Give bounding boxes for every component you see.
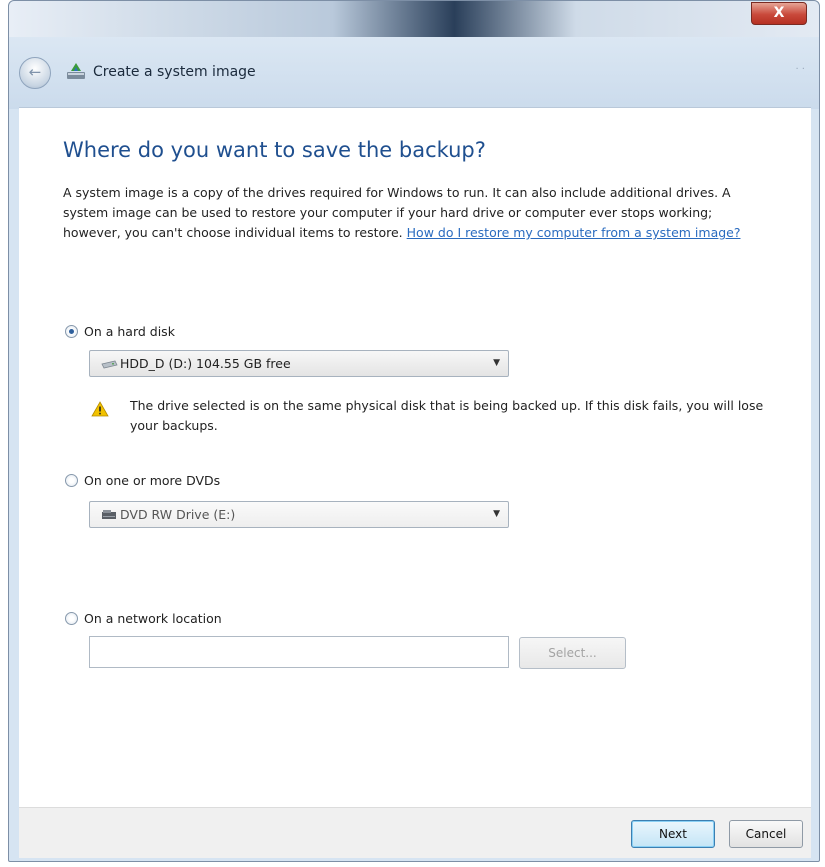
- page-heading: Where do you want to save the backup?: [63, 138, 486, 162]
- hard-disk-label: On a hard disk: [84, 324, 175, 339]
- wizard-title: Create a system image: [93, 64, 256, 80]
- hard-disk-option[interactable]: On a hard disk: [65, 324, 175, 339]
- button-bar: Next Cancel: [19, 807, 811, 858]
- cancel-button[interactable]: Cancel: [729, 820, 803, 848]
- description-text: A system image is a copy of the drives r…: [63, 183, 768, 243]
- hard-disk-dropdown[interactable]: HDD_D (D:) 104.55 GB free ▼: [89, 350, 509, 377]
- dvd-dropdown[interactable]: DVD RW Drive (E:) ▼: [89, 501, 509, 528]
- chevron-down-icon: ▼: [493, 509, 500, 519]
- hard-disk-selected-value: HDD_D (D:) 104.55 GB free: [120, 356, 291, 371]
- window-caption-controls: · ·: [795, 64, 805, 75]
- next-button[interactable]: Next: [631, 820, 715, 848]
- chevron-down-icon: ▼: [493, 358, 500, 368]
- network-label: On a network location: [84, 611, 222, 626]
- navigation-bar: ← Create a system image · ·: [9, 37, 819, 109]
- warning-triangle-icon: [91, 401, 109, 417]
- help-link[interactable]: How do I restore my computer from a syst…: [407, 225, 741, 240]
- title-bar: X: [9, 1, 819, 37]
- system-image-icon: [67, 63, 85, 79]
- dvd-drive-icon: [102, 510, 116, 519]
- wizard-window: X ← Create a system image · · Where do y…: [8, 0, 820, 862]
- warning-message: The drive selected is on the same physic…: [130, 398, 764, 433]
- hard-disk-radio[interactable]: [65, 325, 78, 338]
- dvd-label: On one or more DVDs: [84, 473, 221, 488]
- dvd-selected-value: DVD RW Drive (E:): [120, 507, 236, 522]
- network-option[interactable]: On a network location: [65, 611, 222, 626]
- network-path-input[interactable]: [89, 636, 509, 668]
- hard-drive-icon: [101, 360, 118, 369]
- dvd-radio[interactable]: [65, 474, 78, 487]
- dvd-option[interactable]: On one or more DVDs: [65, 473, 220, 488]
- close-button[interactable]: X: [751, 2, 807, 25]
- content-pane: Where do you want to save the backup? A …: [19, 107, 811, 808]
- network-radio[interactable]: [65, 612, 78, 625]
- back-button[interactable]: ←: [19, 57, 51, 89]
- select-button[interactable]: Select...: [519, 637, 626, 669]
